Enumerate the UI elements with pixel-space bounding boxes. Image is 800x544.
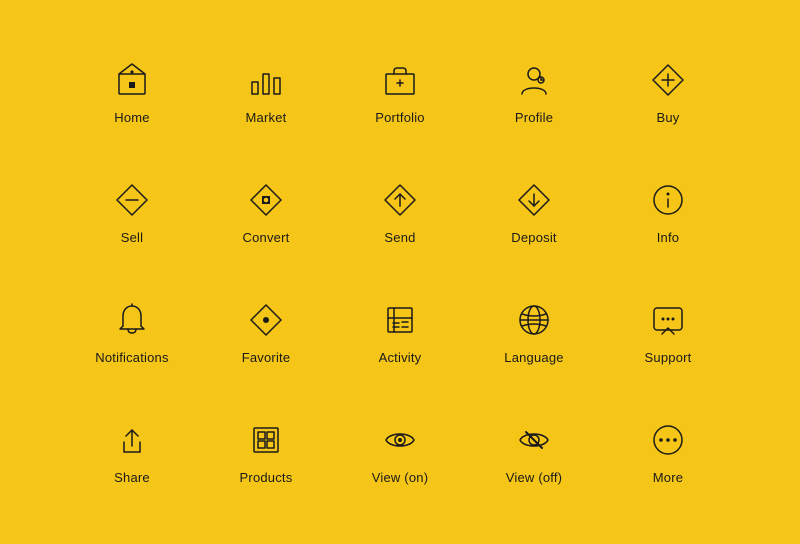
portfolio-label: Portfolio [375,110,425,125]
notifications-item[interactable]: Notifications [65,272,199,392]
sell-icon [112,180,152,220]
view-on-label: View (on) [372,470,428,485]
market-item[interactable]: Market [199,32,333,152]
products-item[interactable]: Products [199,392,333,512]
home-icon [112,60,152,100]
more-label: More [653,470,683,485]
support-icon [648,300,688,340]
sell-item[interactable]: Sell [65,152,199,272]
info-icon [648,180,688,220]
portfolio-item[interactable]: Portfolio [333,32,467,152]
language-icon [514,300,554,340]
market-icon [246,60,286,100]
activity-item[interactable]: Activity [333,272,467,392]
profile-label: Profile [515,110,553,125]
products-icon [246,420,286,460]
favorite-item[interactable]: Favorite [199,272,333,392]
view-on-icon [380,420,420,460]
buy-item[interactable]: Buy [601,32,735,152]
share-icon [112,420,152,460]
send-label: Send [384,230,415,245]
view-on-item[interactable]: View (on) [333,392,467,512]
sell-label: Sell [121,230,143,245]
buy-icon [648,60,688,100]
send-icon [380,180,420,220]
profile-item[interactable]: Profile [467,32,601,152]
market-label: Market [246,110,287,125]
deposit-item[interactable]: Deposit [467,152,601,272]
profile-icon [514,60,554,100]
convert-label: Convert [243,230,290,245]
products-label: Products [240,470,293,485]
share-item[interactable]: Share [65,392,199,512]
activity-icon [380,300,420,340]
share-label: Share [114,470,150,485]
deposit-icon [514,180,554,220]
home-label: Home [114,110,149,125]
view-off-item[interactable]: View (off) [467,392,601,512]
deposit-label: Deposit [511,230,556,245]
convert-icon [246,180,286,220]
send-item[interactable]: Send [333,152,467,272]
notifications-icon [112,300,152,340]
view-off-label: View (off) [506,470,562,485]
home-item[interactable]: Home [65,32,199,152]
language-label: Language [504,350,563,365]
portfolio-icon [380,60,420,100]
icon-grid: Home Market Portfolio Profile [45,12,755,532]
info-label: Info [657,230,679,245]
support-label: Support [645,350,692,365]
buy-label: Buy [656,110,679,125]
view-off-icon [514,420,554,460]
more-item[interactable]: More [601,392,735,512]
favorite-icon [246,300,286,340]
activity-label: Activity [379,350,422,365]
more-icon [648,420,688,460]
notifications-label: Notifications [95,350,168,365]
info-item[interactable]: Info [601,152,735,272]
support-item[interactable]: Support [601,272,735,392]
favorite-label: Favorite [242,350,291,365]
convert-item[interactable]: Convert [199,152,333,272]
language-item[interactable]: Language [467,272,601,392]
